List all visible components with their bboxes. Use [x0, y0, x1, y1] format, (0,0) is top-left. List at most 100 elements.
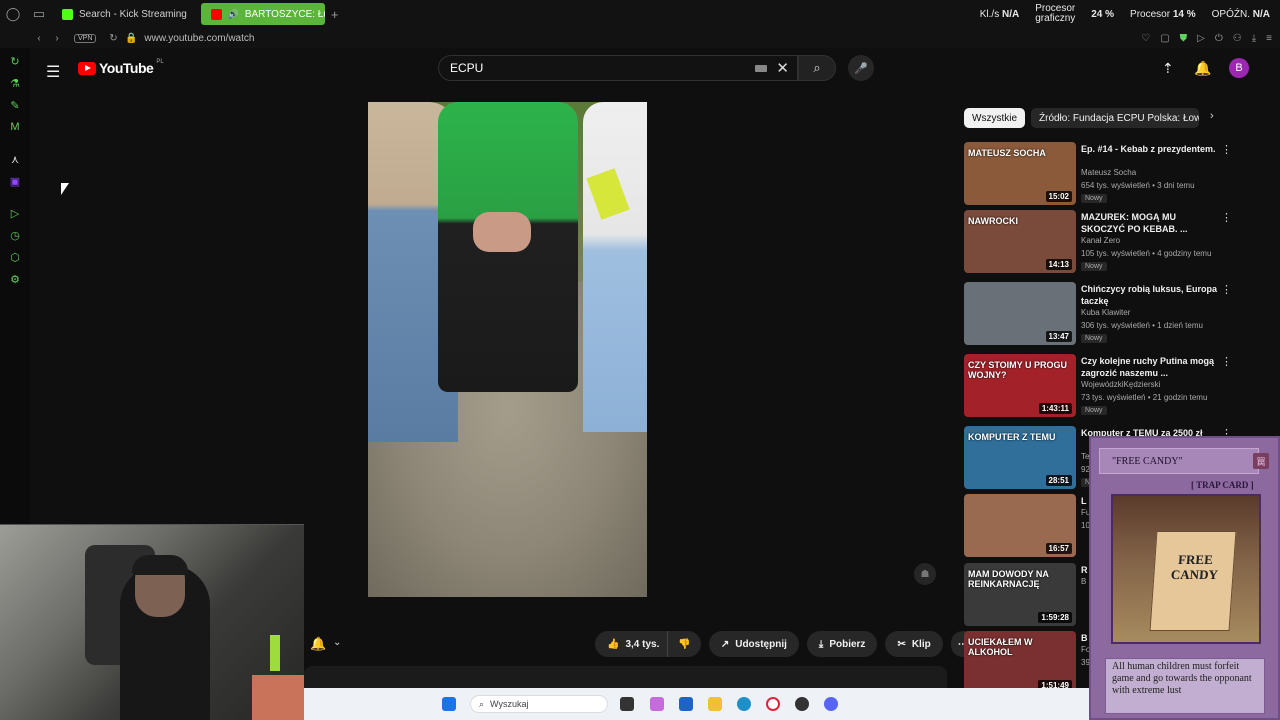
more-vert-icon[interactable]: ⋮ — [1221, 143, 1232, 156]
channel-name[interactable]: Kanał Zero — [1081, 236, 1120, 245]
download-icon[interactable]: ⤓ — [1252, 33, 1256, 44]
settings-icon[interactable]: ⚙ — [8, 272, 22, 286]
tab-kick[interactable]: Search - Kick Streaming — [52, 3, 197, 25]
thumbnail-text: NAWROCKI — [968, 216, 1018, 226]
video-title[interactable]: Chińczycy robią luksus, Europa taczkę — [1081, 283, 1219, 307]
messenger-icon[interactable]: M — [8, 120, 22, 134]
menu-icon[interactable]: ≡ — [1266, 33, 1272, 44]
share-button[interactable]: ↗ Udostępnij — [708, 631, 799, 657]
thumbnail-text: CZY STOIMY U PROGU WOJNY? — [968, 360, 1068, 380]
bookmark-icon[interactable]: ♡ — [1141, 33, 1150, 44]
keyboard-icon[interactable] — [755, 65, 767, 72]
video-thumbnail[interactable]: NAWROCKI 14:13 — [964, 210, 1076, 273]
player-sidebar-icon[interactable]: ▷ — [8, 206, 22, 220]
channel-name[interactable]: WojewódzkiKędzierski — [1081, 380, 1160, 389]
opera-logo-icon[interactable]: ◯ — [0, 0, 26, 28]
video-title[interactable]: Czy kolejne ruchy Putina mogą zagrozić n… — [1081, 355, 1219, 379]
vpn-badge[interactable]: VPN — [74, 33, 97, 43]
clear-search-icon[interactable]: ✕ — [776, 59, 789, 77]
forward-icon[interactable]: › — [48, 33, 66, 44]
video-thumbnail[interactable]: MATEUSZ SOCHA 15:02 — [964, 142, 1076, 205]
youtube-logo[interactable]: YouTube PL — [78, 59, 164, 76]
upload-icon[interactable]: ⇡ — [1162, 60, 1174, 77]
url-field[interactable]: www.youtube.com/watch — [144, 33, 254, 44]
video-title[interactable]: MAZUREK: MOGĄ MU SKOCZYĆ PO KEBAB. ... — [1081, 211, 1219, 235]
filter-chips: Wszystkie Źródło: Fundacja ECPU Polska: … — [964, 108, 1199, 128]
voice-search-button[interactable]: 🎤 — [848, 55, 874, 81]
stat-kbs: Kl./s N/A — [979, 8, 1020, 20]
extensions-icon[interactable]: ⬡ — [8, 250, 22, 264]
copilot-icon[interactable] — [650, 697, 664, 711]
account-icon[interactable]: ⚇ — [1233, 33, 1242, 44]
aria-icon[interactable]: ⋏ — [8, 152, 22, 166]
card-attribute-icon: 罠 — [1253, 453, 1269, 469]
power-icon[interactable]: ⏻ — [1215, 33, 1223, 44]
taskbar-search[interactable]: ⌕ Wyszukaj — [470, 695, 608, 713]
dislike-button[interactable]: 👎 — [667, 631, 701, 657]
video-meta: 73 tys. wyświetleń • 21 godzin temu — [1081, 393, 1208, 402]
chevron-down-icon[interactable]: ⌄ — [333, 637, 341, 648]
task-view-icon[interactable] — [620, 697, 634, 711]
recommended-video[interactable]: CZY STOIMY U PROGU WOJNY? 1:43:11 Czy kole… — [964, 354, 1264, 418]
stat-gpu-value: 24 % — [1091, 8, 1115, 20]
refresh-icon[interactable]: ↻ — [8, 54, 22, 68]
edge-icon[interactable] — [737, 697, 751, 711]
more-vert-icon[interactable]: ⋮ — [1221, 283, 1232, 296]
store-icon[interactable] — [679, 697, 693, 711]
chevron-right-icon[interactable]: › — [1210, 110, 1214, 122]
more-vert-icon[interactable]: ⋮ — [1221, 211, 1232, 224]
recommended-video[interactable]: NAWROCKI 14:13 MAZUREK: MOGĄ MU SKOCZYĆ PO… — [964, 210, 1264, 274]
back-icon[interactable]: ‹ — [30, 33, 48, 44]
new-tab-button[interactable]: + — [331, 7, 339, 22]
more-vert-icon[interactable]: ⋮ — [1221, 355, 1232, 368]
player-icon[interactable]: ▷ — [1197, 33, 1205, 44]
discord-icon[interactable] — [824, 697, 838, 711]
subscribe-bell-icon[interactable]: 🔔 — [310, 636, 326, 652]
video-player[interactable] — [368, 102, 647, 597]
address-bar: ‹ › VPN ↻ 🔒 www.youtube.com/watch ♡ ▢ ⛊ … — [0, 28, 1280, 48]
channel-name[interactable]: Mateusz Socha — [1081, 168, 1136, 177]
below-video-panel — [304, 666, 947, 688]
search-input[interactable]: ECPU ✕ — [438, 55, 798, 81]
app-icon[interactable] — [795, 697, 809, 711]
tab-youtube[interactable]: 🔊 BARTOSZYCE: Łukas — [200, 3, 325, 25]
channel-name[interactable]: Kuba Klawiter — [1081, 308, 1130, 317]
search-button[interactable]: ⌕ — [798, 55, 836, 81]
chip-source[interactable]: Źródło: Fundacja ECPU Polska: Łowcy — [1031, 108, 1199, 128]
channel-name[interactable]: B — [1081, 577, 1086, 586]
card-description: All human children must forfeit game and… — [1105, 658, 1265, 714]
duration-badge: 16:57 — [1045, 543, 1072, 554]
like-button[interactable]: 👍 3,4 tys. — [595, 631, 668, 657]
video-thumbnail[interactable]: 13:47 — [964, 282, 1076, 345]
chip-all[interactable]: Wszystkie — [964, 108, 1025, 128]
snapshot-icon[interactable]: ▢ — [1160, 33, 1169, 44]
download-button[interactable]: ⤓ Pobierz — [806, 631, 878, 657]
video-thumbnail[interactable]: UCIEKAŁEM W ALKOHOL 1:51:49 — [964, 631, 1076, 694]
opera-icon[interactable] — [766, 697, 780, 711]
avatar[interactable]: B — [1229, 58, 1249, 78]
recommended-video[interactable]: 13:47 Chińczycy robią luksus, Europa tacz… — [964, 282, 1264, 346]
history-icon[interactable]: ◷ — [8, 228, 22, 242]
recommended-video[interactable]: MATEUSZ SOCHA 15:02 Ep. #14 - Kebab z prez… — [964, 142, 1264, 206]
hamburger-menu-icon[interactable]: ☰ — [46, 62, 60, 82]
windows-start-icon[interactable] — [442, 697, 456, 711]
video-thumbnail[interactable]: MAM DOWODY NA REINKARNACJĘ 1:59:28 — [964, 563, 1076, 626]
file-explorer-icon[interactable] — [708, 697, 722, 711]
video-title[interactable]: Ep. #14 - Kebab z prezydentem. — [1081, 143, 1219, 155]
video-thumbnail[interactable]: 16:57 — [964, 494, 1076, 557]
ai-icon[interactable]: ⚗ — [8, 76, 22, 90]
pen-icon[interactable]: ✎ — [8, 98, 22, 112]
video-thumbnail[interactable]: KOMPUTER Z TEMU 28:51 — [964, 426, 1076, 489]
twitch-icon[interactable]: ▣ — [8, 174, 22, 188]
speaker-icon[interactable]: 🔊 — [228, 9, 239, 20]
shield-icon[interactable]: ⛊ — [1180, 33, 1188, 44]
video-meta: 105 tys. wyświetleń • 4 godziny temu — [1081, 249, 1212, 258]
notifications-bell-icon[interactable]: 🔔 — [1194, 60, 1211, 77]
clip-button[interactable]: ✂ Klip — [885, 631, 943, 657]
duration-badge: 15:02 — [1045, 191, 1072, 202]
duration-badge: 1:59:28 — [1038, 612, 1072, 623]
reload-icon[interactable]: ↻ — [104, 33, 122, 44]
video-thumbnail[interactable]: CZY STOIMY U PROGU WOJNY? 1:43:11 — [964, 354, 1076, 417]
channel-watermark-icon[interactable]: ☗ — [914, 563, 936, 585]
workspaces-icon[interactable]: ▭ — [26, 0, 52, 28]
